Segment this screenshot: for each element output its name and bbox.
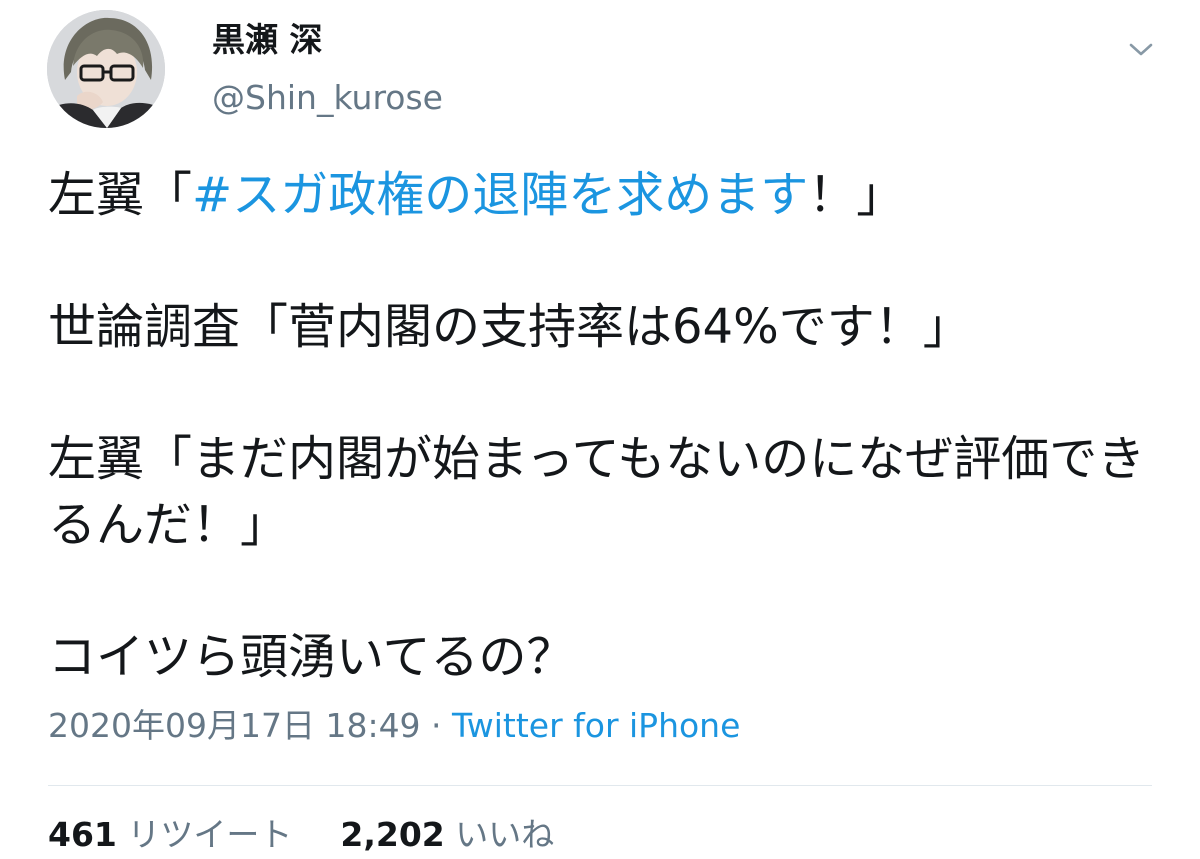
display-name[interactable]: 黒瀬 深 — [212, 20, 323, 60]
retweets-label: リツイート — [127, 815, 293, 854]
tweet-paragraph: 世論調査「菅内閣の支持率は64%です！」 — [48, 299, 971, 355]
divider — [48, 785, 1152, 786]
source-link[interactable]: Twitter for iPhone — [452, 706, 740, 745]
retweets-count: 461 — [48, 815, 117, 854]
hashtag-link[interactable]: #スガ政権の退陣を求めます — [192, 167, 808, 223]
retweets-stat[interactable]: 461 リツイート — [48, 815, 292, 854]
text-segment: ！」 — [808, 167, 905, 223]
likes-count: 2,202 — [340, 815, 445, 854]
tweet-card: 黒瀬 深 @Shin_kurose 左翼「#スガ政権の退陣を求めます！」 世論調… — [0, 0, 1200, 859]
likes-stat[interactable]: 2,202 いいね — [340, 815, 554, 854]
chevron-down-icon[interactable] — [1126, 36, 1156, 62]
avatar[interactable] — [47, 10, 165, 128]
tweet-text: 左翼「#スガ政権の退陣を求めます！」 世論調査「菅内閣の支持率は64%です！」 … — [48, 162, 1168, 690]
text-segment: 左翼「 — [48, 167, 193, 223]
tweet-paragraph: 左翼「#スガ政権の退陣を求めます！」 — [48, 162, 1168, 228]
likes-label: いいね — [455, 815, 555, 854]
timestamp[interactable]: 2020年09月17日 18:49 — [48, 706, 421, 745]
tweet-stats: 461 リツイート 2,202 いいね — [48, 815, 554, 855]
tweet-paragraph: 左翼「まだ内閣が始まってもないのになぜ評価できるんだ！」 — [48, 431, 1146, 553]
avatar-illustration — [47, 10, 165, 128]
user-handle[interactable]: @Shin_kurose — [212, 78, 443, 118]
tweet-meta: 2020年09月17日 18:49 · Twitter for iPhone — [48, 706, 740, 746]
meta-separator: · — [420, 706, 453, 745]
tweet-paragraph: コイツら頭湧いてるの？ — [48, 629, 575, 685]
